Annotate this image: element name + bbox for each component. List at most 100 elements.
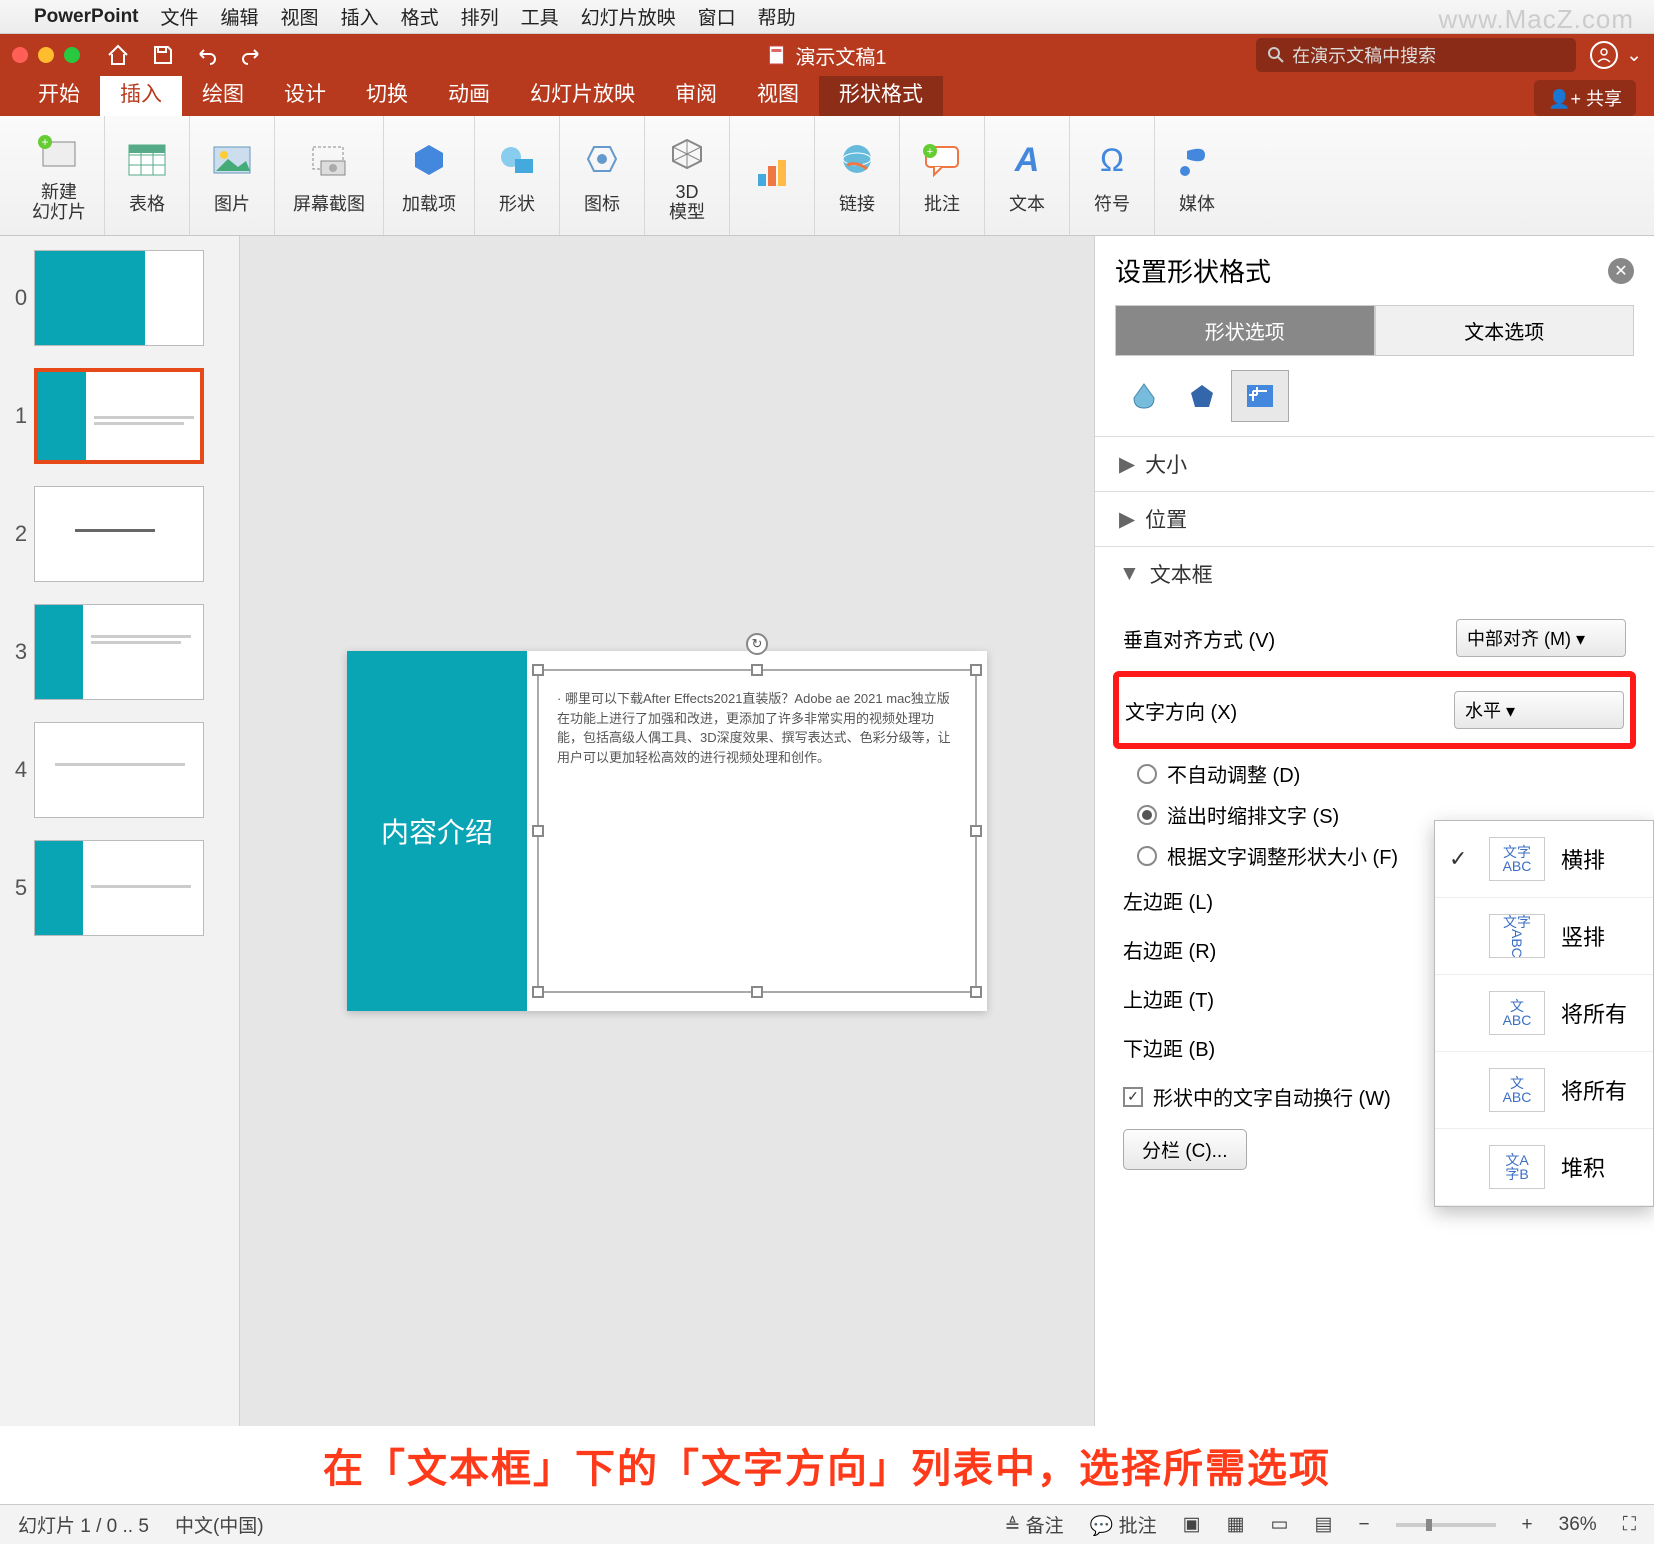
- pane-tab-shape-options[interactable]: 形状选项: [1115, 305, 1375, 356]
- ribbon-symbol[interactable]: Ω符号: [1070, 116, 1155, 235]
- close-pane-button[interactable]: ✕: [1608, 258, 1634, 284]
- notes-button[interactable]: ≜ 备注: [1004, 1511, 1063, 1538]
- user-avatar-icon[interactable]: [1590, 41, 1618, 69]
- resize-handle-n[interactable]: [751, 664, 763, 676]
- ribbon-chart[interactable]: [730, 116, 815, 235]
- tab-animations[interactable]: 动画: [428, 72, 510, 116]
- ribbon-addins[interactable]: 加载项: [384, 116, 475, 235]
- resize-handle-nw[interactable]: [532, 664, 544, 676]
- undo-icon[interactable]: [196, 44, 218, 66]
- slideshow-view-icon[interactable]: ▤: [1314, 1513, 1332, 1536]
- language-label[interactable]: 中文(中国): [175, 1511, 264, 1538]
- resize-handle-sw[interactable]: [532, 986, 544, 998]
- resize-handle-e[interactable]: [970, 825, 982, 837]
- share-button[interactable]: 👤+ 共享: [1534, 80, 1636, 116]
- thumbnail-2[interactable]: 2: [8, 486, 231, 582]
- ribbon-new-slide[interactable]: +新建 幻灯片: [14, 116, 105, 235]
- ribbon-shapes[interactable]: 形状: [475, 116, 560, 235]
- rotate-handle[interactable]: ↻: [746, 633, 768, 655]
- menu-window[interactable]: 窗口: [698, 3, 736, 30]
- dd-option-stacked[interactable]: 文A字B堆积: [1435, 1129, 1653, 1206]
- resize-handle-se[interactable]: [970, 986, 982, 998]
- thumbnail-1[interactable]: 1: [8, 368, 231, 464]
- app-name[interactable]: PowerPoint: [34, 6, 139, 28]
- menu-edit[interactable]: 编辑: [221, 3, 259, 30]
- minimize-window-button[interactable]: [38, 47, 54, 63]
- chevron-down-icon[interactable]: ⌄: [1626, 44, 1642, 67]
- home-icon[interactable]: [106, 43, 130, 67]
- dd-option-vertical[interactable]: 文字ABC竖排: [1435, 898, 1653, 975]
- close-window-button[interactable]: [12, 47, 28, 63]
- zoom-in-button[interactable]: +: [1522, 1514, 1533, 1536]
- normal-view-icon[interactable]: ▣: [1183, 1513, 1201, 1536]
- save-icon[interactable]: [152, 44, 174, 66]
- comments-button[interactable]: 💬 批注: [1090, 1511, 1157, 1538]
- slide-canvas[interactable]: 内容介绍 · 哪里可以下载After Effects2021直装版？Adobe …: [240, 236, 1094, 1426]
- ribbon-text[interactable]: A文本: [985, 116, 1070, 235]
- tab-draw[interactable]: 绘图: [182, 72, 264, 116]
- ribbon-insert: +新建 幻灯片 表格 图片 屏幕截图 加载项 形状 图标 3D 模型 链接 +批…: [0, 116, 1654, 236]
- reading-view-icon[interactable]: ▭: [1271, 1513, 1289, 1536]
- tab-view[interactable]: 视图: [737, 72, 819, 116]
- dd-option-rotate-all-2[interactable]: 文ABC将所有: [1435, 1052, 1653, 1129]
- thumbnail-4[interactable]: 4: [8, 722, 231, 818]
- ribbon-comment[interactable]: +批注: [900, 116, 985, 235]
- tab-review[interactable]: 审阅: [655, 72, 737, 116]
- ribbon-media[interactable]: 媒体: [1155, 116, 1239, 235]
- selected-text-frame[interactable]: · 哪里可以下载After Effects2021直装版？Adobe ae 20…: [537, 669, 977, 993]
- tab-insert[interactable]: 插入: [100, 72, 182, 116]
- resize-handle-w[interactable]: [532, 825, 544, 837]
- fit-to-window-button[interactable]: ⛶: [1623, 1514, 1636, 1536]
- ribbon-3d[interactable]: 3D 模型: [645, 116, 730, 235]
- menu-tools[interactable]: 工具: [521, 3, 559, 30]
- resize-handle-ne[interactable]: [970, 664, 982, 676]
- slide-title-box[interactable]: 内容介绍: [347, 651, 527, 1011]
- ribbon-screenshot[interactable]: 屏幕截图: [275, 116, 384, 235]
- text-direction-select[interactable]: 水平 ▾: [1454, 691, 1624, 729]
- redo-icon[interactable]: [240, 44, 262, 66]
- tab-slideshow[interactable]: 幻灯片放映: [510, 72, 655, 116]
- sorter-view-icon[interactable]: ▦: [1227, 1513, 1245, 1536]
- menu-arrange[interactable]: 排列: [461, 3, 499, 30]
- thumbnail-5[interactable]: 5: [8, 840, 231, 936]
- section-position[interactable]: ▶位置: [1095, 492, 1654, 546]
- menu-view[interactable]: 视图: [281, 3, 319, 30]
- size-properties-icon[interactable]: [1231, 370, 1289, 422]
- tab-home[interactable]: 开始: [18, 72, 100, 116]
- radio-no-autofit[interactable]: 不自动调整 (D): [1123, 753, 1626, 794]
- ribbon-table[interactable]: 表格: [105, 116, 190, 235]
- menu-file[interactable]: 文件: [161, 3, 199, 30]
- ribbon-icons[interactable]: 图标: [560, 116, 645, 235]
- field-text-direction: 文字方向 (X) 水平 ▾: [1125, 681, 1624, 739]
- zoom-out-button[interactable]: −: [1358, 1514, 1369, 1536]
- dd-option-horizontal[interactable]: ✓文字ABC横排: [1435, 821, 1653, 898]
- tab-transitions[interactable]: 切换: [346, 72, 428, 116]
- ribbon-link[interactable]: 链接: [815, 116, 900, 235]
- ribbon-picture[interactable]: 图片: [190, 116, 275, 235]
- effects-icon[interactable]: [1173, 370, 1231, 422]
- mac-menubar: PowerPoint 文件 编辑 视图 插入 格式 排列 工具 幻灯片放映 窗口…: [0, 0, 1654, 34]
- thumbnail-3[interactable]: 3: [8, 604, 231, 700]
- tab-design[interactable]: 设计: [264, 72, 346, 116]
- thumbnail-0[interactable]: 0: [8, 250, 231, 346]
- columns-button[interactable]: 分栏 (C)...: [1123, 1129, 1247, 1170]
- maximize-window-button[interactable]: [64, 47, 80, 63]
- vertical-align-select[interactable]: 中部对齐 (M) ▾: [1456, 619, 1626, 657]
- fill-line-icon[interactable]: [1115, 370, 1173, 422]
- search-input[interactable]: 在演示文稿中搜索: [1256, 38, 1576, 72]
- section-textbox[interactable]: ▼文本框: [1095, 547, 1654, 601]
- tab-shape-format[interactable]: 形状格式: [819, 72, 943, 116]
- menu-slideshow[interactable]: 幻灯片放映: [581, 3, 676, 30]
- text-direction-highlight: 文字方向 (X) 水平 ▾: [1113, 671, 1636, 749]
- section-size[interactable]: ▶大小: [1095, 437, 1654, 491]
- zoom-slider[interactable]: [1396, 1523, 1496, 1527]
- menu-format[interactable]: 格式: [401, 3, 439, 30]
- menu-insert[interactable]: 插入: [341, 3, 379, 30]
- slide-counter[interactable]: 幻灯片 1 / 0 .. 5: [18, 1511, 149, 1538]
- zoom-percent[interactable]: 36%: [1559, 1514, 1597, 1536]
- pane-tab-text-options[interactable]: 文本选项: [1375, 305, 1635, 356]
- menu-help[interactable]: 帮助: [758, 3, 796, 30]
- current-slide: 内容介绍 · 哪里可以下载After Effects2021直装版？Adobe …: [347, 651, 987, 1011]
- resize-handle-s[interactable]: [751, 986, 763, 998]
- dd-option-rotate-all-1[interactable]: 文ABC将所有: [1435, 975, 1653, 1052]
